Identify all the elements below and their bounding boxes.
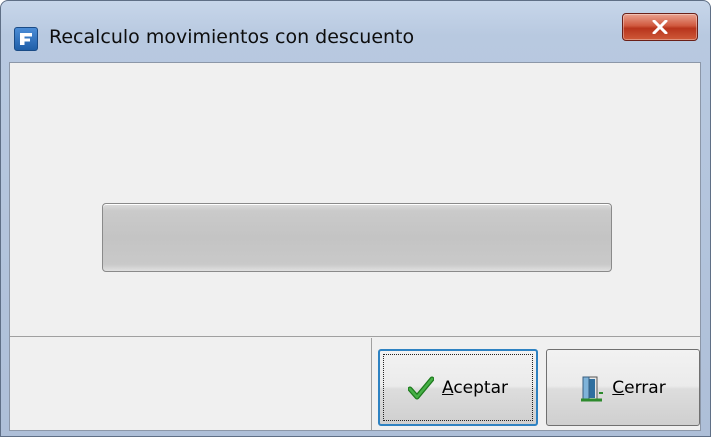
door-exit-icon	[581, 376, 604, 401]
progress-bar	[102, 203, 612, 272]
close-icon	[652, 20, 668, 34]
dialog-client-area: Aceptar Cerrar	[9, 62, 701, 431]
focus-ring	[383, 354, 533, 421]
dialog-window: Recalculo movimientos con descuento Acep…	[0, 0, 711, 437]
app-logo-icon	[14, 27, 38, 51]
close-button[interactable]: Cerrar	[546, 349, 700, 426]
close-button-label: Cerrar	[612, 377, 666, 398]
window-close-button[interactable]	[622, 13, 698, 41]
footer-status-panel	[10, 338, 372, 430]
title-bar[interactable]: Recalculo movimientos con descuento	[1, 1, 710, 61]
accept-button[interactable]: Aceptar	[378, 349, 538, 426]
content-panel	[10, 63, 700, 337]
window-title: Recalculo movimientos con descuento	[49, 26, 415, 48]
